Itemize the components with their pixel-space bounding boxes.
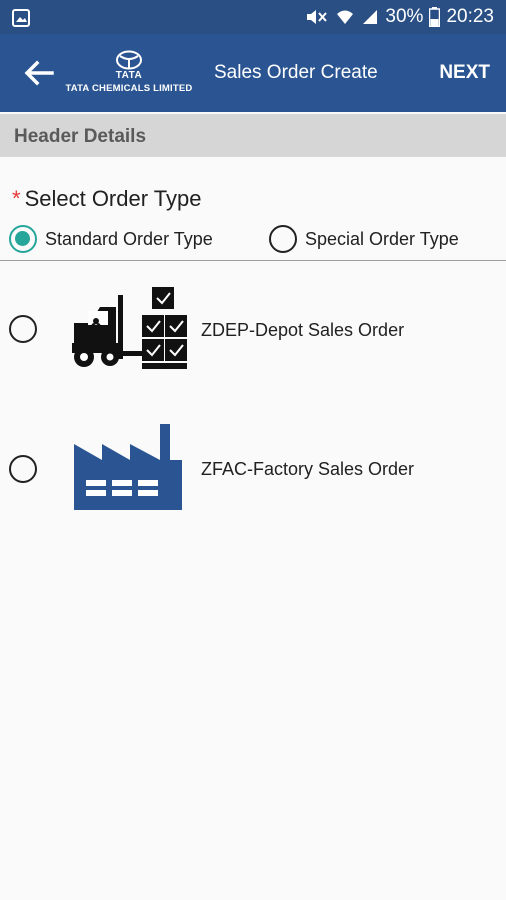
- tata-logo: TATA TATA CHEMICALS LIMITED: [58, 50, 200, 98]
- standard-order-type-label: Standard Order Type: [45, 228, 213, 249]
- order-item-factory[interactable]: ZFAC-Factory Sales Order: [0, 420, 506, 520]
- section-title: Header Details: [14, 126, 147, 147]
- standard-order-type-option[interactable]: Standard Order Type: [9, 224, 213, 254]
- next-button[interactable]: NEXT: [439, 62, 490, 84]
- wifi-icon: [337, 10, 354, 24]
- special-order-type-radio[interactable]: [269, 225, 297, 253]
- factory-order-label: ZFAC-Factory Sales Order: [201, 459, 415, 479]
- battery-percent: 30%: [385, 6, 424, 27]
- mute-icon: [307, 10, 328, 24]
- status-bar: 30% 20:23: [0, 0, 506, 34]
- tata-emblem-icon: [116, 50, 142, 70]
- logo-brand-word: TATA: [115, 70, 143, 81]
- order-type-label: * Select Order Type: [12, 186, 201, 212]
- required-asterisk: *: [12, 186, 21, 211]
- order-type-label-text: Select Order Type: [24, 186, 202, 211]
- signal-icon: [363, 10, 378, 24]
- battery-icon: [429, 7, 441, 27]
- app-bar: TATA TATA CHEMICALS LIMITED Sales Order …: [0, 34, 506, 112]
- depot-order-radio[interactable]: [9, 315, 37, 343]
- screen-title: Sales Order Create: [214, 62, 378, 83]
- special-order-type-option[interactable]: Special Order Type: [269, 224, 459, 254]
- factory-icon: [74, 424, 182, 510]
- logo-company-name: TATA CHEMICALS LIMITED: [65, 83, 193, 94]
- special-order-type-label: Special Order Type: [305, 228, 459, 249]
- divider: [0, 260, 506, 261]
- section-header: Header Details: [0, 114, 506, 157]
- factory-order-radio[interactable]: [9, 455, 37, 483]
- back-arrow-icon[interactable]: [22, 58, 56, 88]
- forklift-icon: [72, 287, 187, 369]
- depot-order-label: ZDEP-Depot Sales Order: [201, 320, 405, 340]
- gallery-notification-icon: [12, 9, 30, 27]
- clock: 20:23: [446, 6, 494, 27]
- standard-order-type-radio[interactable]: [9, 225, 37, 253]
- order-item-depot[interactable]: ZDEP-Depot Sales Order: [0, 280, 506, 380]
